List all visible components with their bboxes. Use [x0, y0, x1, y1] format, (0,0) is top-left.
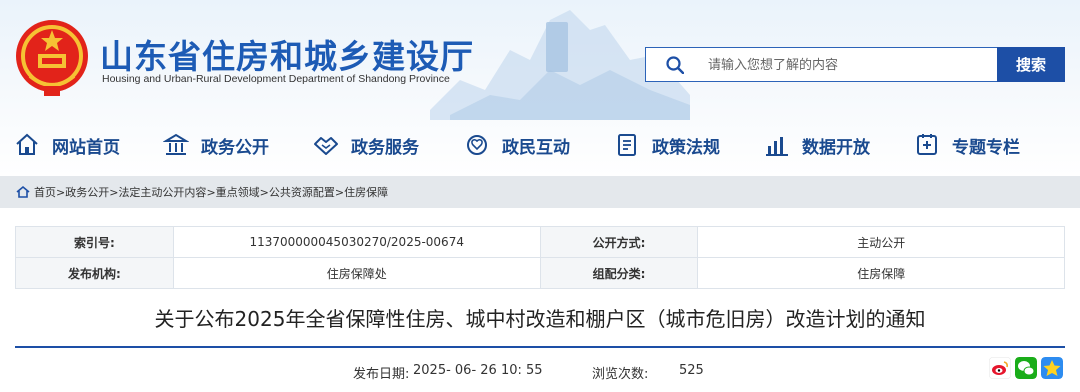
views-value: 525 — [679, 363, 704, 378]
main-nav: 网站首页 政务公开 政务服务 政民互动 政策法规 数据开放 专题专栏 — [0, 124, 1080, 166]
breadcrumb-separator: > — [206, 185, 216, 199]
nav-item-label: 政务服务 — [351, 137, 419, 158]
category-label: 组配分类: — [539, 257, 699, 289]
breadcrumb-separator: > — [334, 185, 345, 199]
index-label: 索引号: — [15, 226, 174, 258]
publisher-value: 住房保障处 — [172, 257, 541, 289]
nav-item-label: 政务公开 — [201, 137, 269, 158]
breadcrumb-item-public-resources[interactable]: 公共资源配置 — [269, 184, 335, 200]
search-input[interactable] — [708, 55, 988, 75]
search-icon[interactable] — [666, 56, 684, 74]
breadcrumb: 首页 > 政务公开 > 法定主动公开内容 > 重点领域 > 公共资源配置 > 住… — [0, 176, 1080, 208]
breadcrumb-item-gov-open[interactable]: 政务公开 — [65, 184, 109, 200]
breadcrumb-item-housing[interactable]: 住房保障 — [344, 184, 388, 200]
open-mode-label: 公开方式: — [539, 226, 699, 258]
nav-item-interaction[interactable]: 政民互动 — [464, 124, 570, 166]
views-label: 浏览次数: — [592, 367, 649, 382]
index-value: 113700000045030270/2025-00674 — [172, 226, 541, 258]
breadcrumb-separator: > — [56, 185, 66, 199]
qzone-icon[interactable] — [1041, 357, 1063, 379]
breadcrumb-item-key-areas[interactable]: 重点领域 — [216, 184, 260, 200]
site-subtitle: Housing and Urban-Rural Development Depa… — [102, 73, 450, 85]
publish-date-value: 2025- 06- 26 10: 55 — [413, 363, 543, 378]
government-building-icon — [163, 133, 189, 155]
nav-item-label: 数据开放 — [802, 137, 870, 158]
nav-item-policy[interactable]: 政策法规 — [614, 124, 720, 166]
wechat-icon[interactable] — [1015, 357, 1037, 379]
open-mode-value: 主动公开 — [697, 226, 1065, 258]
topic-icon — [917, 134, 937, 155]
site-title: 山东省住房和城乡建设厅 — [100, 37, 474, 76]
nav-item-data-open[interactable]: 数据开放 — [764, 124, 870, 166]
breadcrumb-item-statutory[interactable]: 法定主动公开内容 — [118, 184, 206, 200]
title-divider — [15, 346, 1065, 348]
national-emblem-logo — [16, 20, 88, 96]
article-title: 关于公布2025年全省保障性住房、城中村改造和棚户区（城市危旧房）改造计划的通知 — [154, 307, 926, 331]
document-meta-table: 索引号: 113700000045030270/2025-00674 公开方式:… — [15, 226, 1065, 289]
nav-item-label: 专题专栏 — [952, 137, 1020, 158]
nav-item-label: 网站首页 — [52, 137, 120, 158]
bar-chart-icon — [766, 137, 788, 156]
publisher-label: 发布机构: — [15, 257, 174, 289]
publish-date-label: 发布日期: — [353, 367, 410, 382]
nav-item-gov-open[interactable]: 政务公开 — [163, 124, 269, 166]
table-row: 发布机构: 住房保障处 组配分类: 住房保障 — [15, 257, 1065, 289]
category-value: 住房保障 — [697, 257, 1065, 289]
nav-item-label: 政策法规 — [652, 137, 720, 158]
breadcrumb-item-home[interactable]: 首页 — [34, 184, 56, 200]
nav-item-home[interactable]: 网站首页 — [14, 124, 120, 166]
table-row: 索引号: 113700000045030270/2025-00674 公开方式:… — [15, 226, 1065, 258]
breadcrumb-separator: > — [259, 185, 269, 199]
article-info-row: 发布日期: 2025- 06- 26 10: 55 浏览次数: 525 — [0, 361, 1080, 383]
breadcrumb-separator: > — [109, 185, 119, 199]
home-icon — [16, 133, 38, 155]
site-header: 山东省住房和城乡建设厅 Housing and Urban-Rural Deve… — [0, 0, 1080, 176]
nav-item-gov-service[interactable]: 政务服务 — [313, 124, 419, 166]
document-icon — [618, 134, 636, 156]
interaction-icon — [467, 135, 487, 155]
nav-item-topics[interactable]: 专题专栏 — [914, 124, 1020, 166]
search-button[interactable]: 搜索 — [997, 47, 1065, 82]
search-box — [645, 47, 997, 82]
home-icon — [16, 185, 30, 198]
weibo-icon[interactable] — [989, 357, 1011, 379]
nav-item-label: 政民互动 — [502, 137, 570, 158]
handshake-icon — [314, 137, 338, 155]
